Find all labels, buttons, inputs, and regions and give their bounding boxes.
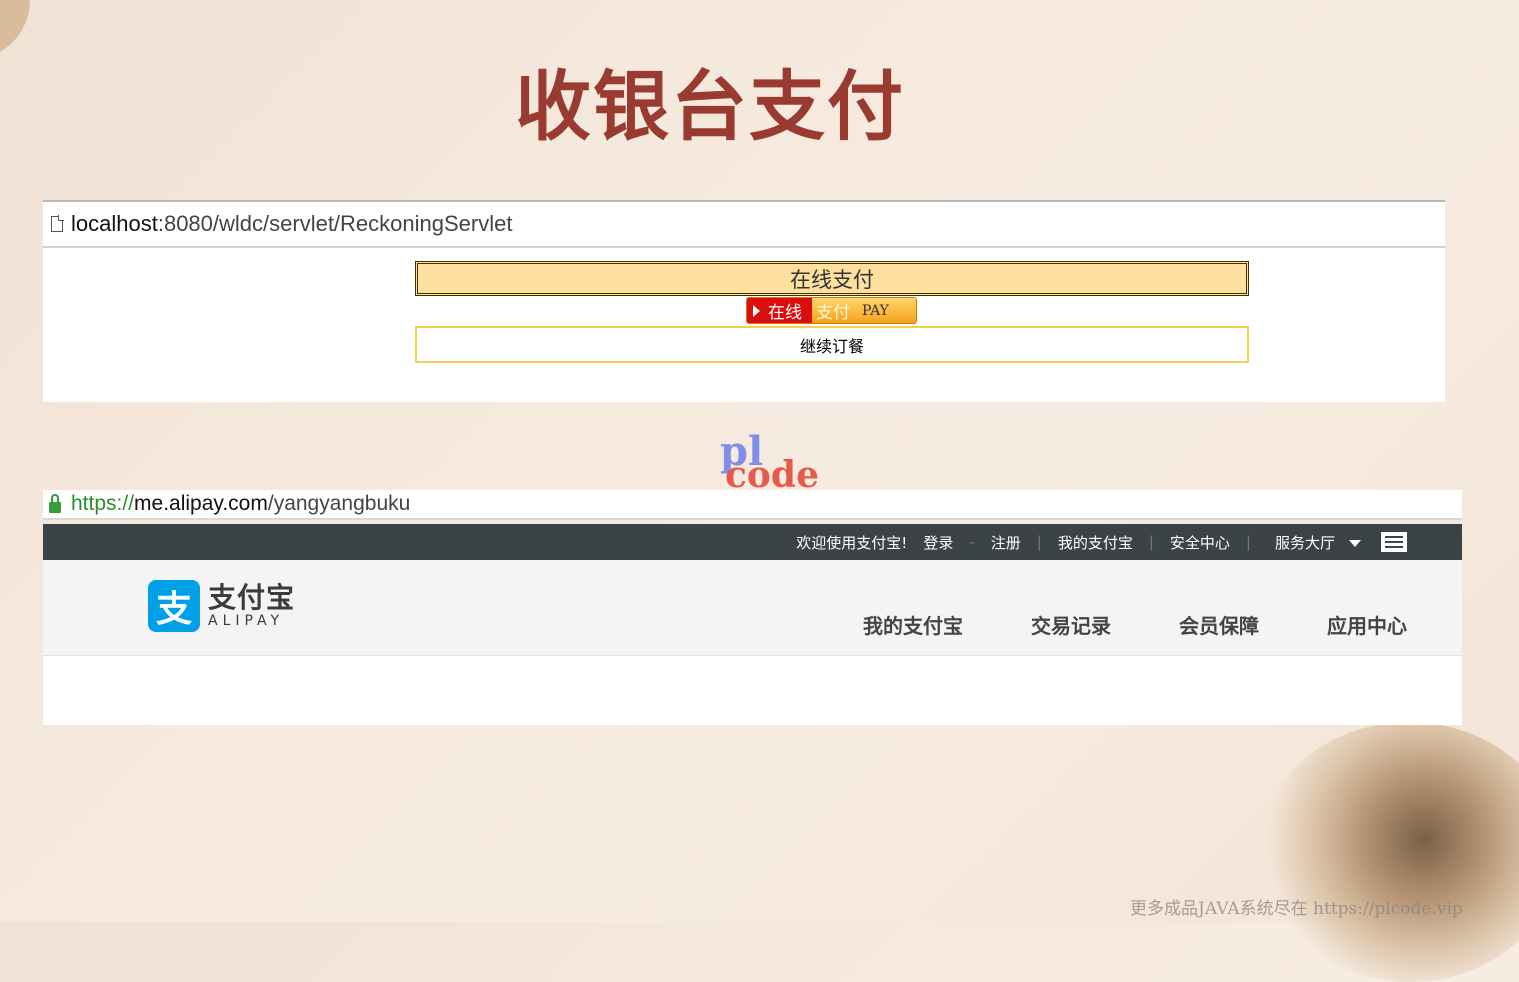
footer-watermark: 更多成品JAVA系统尽在 https://plcode.vip bbox=[1130, 899, 1463, 919]
logo-cn-text: 支付宝 bbox=[208, 581, 296, 614]
pay-button-right-label: PAY bbox=[862, 302, 889, 319]
login-link[interactable]: 登录 bbox=[923, 532, 953, 553]
list-menu-icon[interactable] bbox=[1381, 532, 1407, 552]
alipay-page-body bbox=[43, 656, 1462, 725]
plcode-watermark: pl code bbox=[720, 428, 820, 496]
flower-decoration bbox=[1259, 722, 1519, 982]
caret-down-icon bbox=[1349, 539, 1361, 547]
alipay-logo-icon: 支 bbox=[148, 580, 200, 632]
page-icon bbox=[51, 215, 64, 232]
play-arrow-icon bbox=[753, 304, 760, 317]
alipay-address-bar[interactable]: https://me.alipay.com/yangyangbuku bbox=[43, 490, 1462, 520]
alipay-header: 支 支付宝 ALIPAY 我的支付宝 交易记录 会员保障 应用中心 bbox=[43, 560, 1462, 656]
logo-en-text: ALIPAY bbox=[208, 613, 285, 629]
security-center-link[interactable]: 安全中心 bbox=[1170, 532, 1230, 553]
continue-ordering-button[interactable]: 继续订餐 bbox=[415, 326, 1249, 363]
nav-app-center[interactable]: 应用中心 bbox=[1327, 610, 1407, 639]
corner-decoration bbox=[0, 0, 30, 60]
pay-button-mid-label: 支付 bbox=[816, 303, 850, 323]
register-link[interactable]: 注册 bbox=[991, 532, 1021, 553]
nav-member-protection[interactable]: 会员保障 bbox=[1179, 610, 1259, 639]
nav-transactions[interactable]: 交易记录 bbox=[1031, 610, 1111, 639]
address-bar[interactable]: localhost:8080/wldc/servlet/ReckoningSer… bbox=[43, 200, 1445, 248]
alipay-main-nav: 我的支付宝 交易记录 会员保障 应用中心 bbox=[795, 610, 1407, 639]
online-pay-header: 在线支付 bbox=[415, 261, 1249, 296]
my-alipay-link[interactable]: 我的支付宝 bbox=[1058, 532, 1133, 553]
alipay-logo[interactable]: 支 支付宝 ALIPAY bbox=[148, 580, 295, 632]
checkout-screenshot: localhost:8080/wldc/servlet/ReckoningSer… bbox=[43, 200, 1445, 402]
nav-my-alipay[interactable]: 我的支付宝 bbox=[863, 610, 963, 639]
slide-title: 收银台支付 bbox=[515, 62, 905, 151]
online-pay-button[interactable]: 在线 支付 PAY bbox=[746, 297, 917, 324]
pay-button-left-label: 在线 bbox=[768, 303, 802, 323]
welcome-text: 欢迎使用支付宝! bbox=[796, 533, 908, 552]
lock-icon bbox=[49, 493, 61, 513]
service-hall-dropdown[interactable]: 服务大厅 bbox=[1267, 532, 1361, 553]
alipay-url-text[interactable]: https://me.alipay.com/yangyangbuku bbox=[71, 492, 410, 516]
alipay-topbar: 欢迎使用支付宝! 登录 - 注册 | 我的支付宝 | 安全中心 | 服务大厅 bbox=[43, 524, 1462, 560]
url-text[interactable]: localhost:8080/wldc/servlet/ReckoningSer… bbox=[71, 211, 512, 237]
